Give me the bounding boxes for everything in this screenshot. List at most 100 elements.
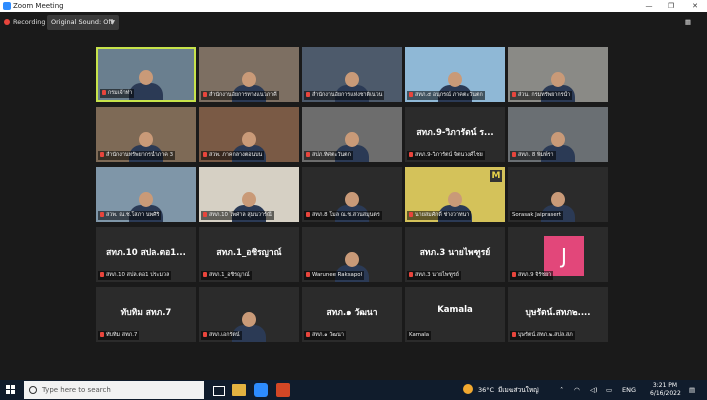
muted-mic-icon <box>100 332 104 337</box>
participant-name-label: สทภ.10 ไพศาล สุมนวาร์ณี <box>201 211 274 220</box>
participant-tile[interactable]: สำนักงานอัยการแห่งชาติเนวน <box>302 47 402 102</box>
participant-name-text: สปภ.ทิศตะวันตก <box>312 152 351 158</box>
weather-temp[interactable]: 36°C <box>478 380 494 400</box>
participant-name-label: Warunee Raksapol <box>304 271 365 280</box>
close-icon[interactable]: ✕ <box>684 0 706 12</box>
participant-tile[interactable]: สทภ. 8 พิมพ์รา <box>508 107 608 162</box>
participant-tile[interactable]: สทภ.๑ วัฒนา สทภ.๑ วัฒนา <box>302 287 402 342</box>
original-sound-toggle[interactable]: Original Sound: Off ▼ <box>47 15 119 30</box>
participant-tile[interactable]: สทภ.10 สปล.ตอ1... สทภ.10 สปล.ตอ1 ประมวล <box>96 227 196 282</box>
participant-tile[interactable]: สวพ. ภาคกลางตอนบน <box>199 107 299 162</box>
weather-description[interactable]: มีเมฆส่วนใหญ่ <box>498 380 539 400</box>
window-title: Zoom Meeting <box>13 2 64 10</box>
participant-display-name: สทภ.๑ วัฒนา <box>326 308 378 318</box>
participant-tile[interactable]: สทภ.เอกรัตน์ <box>199 287 299 342</box>
meeting-top-bar: Recording Original Sound: Off ▼ ▦ <box>0 12 707 33</box>
participant-display-name: ทับทิม สทภ.7 <box>120 308 172 318</box>
participant-name-text: สำนักงานทรัพยากรน้ำภาค 3 <box>106 152 173 158</box>
muted-mic-icon <box>203 152 207 157</box>
muted-mic-icon <box>409 152 413 157</box>
participant-tile[interactable]: สำนักงานอัยการทางแนวภาคี <box>199 47 299 102</box>
muted-mic-icon <box>203 332 207 337</box>
participant-name-text: สทภ.10 สปล.ตอ1 ประมวล <box>106 272 170 278</box>
participant-display-name: Kamala <box>437 305 473 315</box>
notifications-icon[interactable]: ▤ <box>689 380 695 400</box>
participant-name-label: สำนักงานอัยการแห่งชาติเนวน <box>304 91 385 100</box>
participant-tile[interactable]: กรมเจ้าท่า <box>96 47 196 102</box>
participant-name-text: บุษรัตน์.สทภ.๒.สปล.สภ <box>518 332 573 338</box>
participant-name-label: สทภ.9 จิรัชยา <box>510 271 554 280</box>
participant-name-label: สำนักงานอัยการทางแนวภาคี <box>201 91 279 100</box>
participant-tile[interactable]: J สทภ.9 จิรัชยา <box>508 227 608 282</box>
powerpoint-icon[interactable] <box>276 383 290 397</box>
participant-tile[interactable]: สทภ.3 นายไพฑูรย์ สทภ.3 นายไพฑูรย์ <box>405 227 505 282</box>
participant-tile[interactable]: ทับทิม สทภ.7 ทับทิม สทภ.7 <box>96 287 196 342</box>
muted-mic-icon <box>102 90 106 95</box>
participant-display-name: สทภ.10 สปล.ตอ1... <box>106 248 186 258</box>
participant-tile[interactable]: สปภ.ทิศตะวันตก <box>302 107 402 162</box>
participant-tile[interactable]: บุษรัตน์.สทภ๒.... บุษรัตน์.สทภ.๒.สปล.สภ <box>508 287 608 342</box>
participant-name-label: บุษรัตน์.สทภ.๒.สปล.สภ <box>510 331 575 340</box>
battery-icon[interactable]: ▭ <box>606 380 612 400</box>
view-grid-icon: ▦ <box>684 18 692 26</box>
muted-mic-icon <box>512 152 516 157</box>
muted-mic-icon <box>306 152 310 157</box>
participant-name-label: สวพ. ณ.ช.โสภา นพศิริ <box>98 211 162 220</box>
participant-tile[interactable]: สวพ. ณ.ช.โสภา นพศิริ <box>96 167 196 222</box>
search-icon <box>29 386 37 394</box>
maximize-icon[interactable]: ❐ <box>660 0 682 12</box>
muted-mic-icon <box>306 92 310 97</box>
chevron-down-icon: ▼ <box>110 19 115 26</box>
file-explorer-icon[interactable] <box>232 384 246 396</box>
participant-name-label: กรมเจ้าท่า <box>100 89 135 98</box>
clock[interactable]: 3:21 PM 6/16/2022 <box>650 382 681 398</box>
participant-tile[interactable]: Sorasak Jaiprasert <box>508 167 608 222</box>
participant-name-label: สทภ.1_อชิรญาณ์ <box>201 271 252 280</box>
sound-label: Original Sound: Off <box>51 18 113 26</box>
participant-name-label: สำนักงานทรัพยากรน้ำภาค 3 <box>98 151 175 160</box>
participant-tile[interactable]: Kamala Kamala <box>405 287 505 342</box>
language-indicator[interactable]: ENG <box>622 380 636 400</box>
title-bar: Zoom Meeting — ❐ ✕ <box>0 0 707 12</box>
participant-name-text: ส่วน. กรมทรัพยากรน้ำ <box>518 92 571 98</box>
participant-tile[interactable]: สทภ.๕ อนุกรณ์ ภาคตะวันตก <box>405 47 505 102</box>
participant-name-label: ทับทิม สทภ.7 <box>98 331 140 340</box>
recording-label: Recording <box>13 18 46 26</box>
participant-tile[interactable]: Warunee Raksapol <box>302 227 402 282</box>
zoom-logo-icon <box>3 2 11 10</box>
participant-display-name: สทภ.1_อชิรญาณ์ <box>216 248 282 258</box>
participant-tile[interactable]: สทภ.10 ไพศาล สุมนวาร์ณี <box>199 167 299 222</box>
windows-start-icon[interactable] <box>6 385 16 395</box>
participant-tile[interactable]: สำนักงานทรัพยากรน้ำภาค 3 <box>96 107 196 162</box>
participant-name-label: นายสมศักดิ์ ช่างวาทนา <box>407 211 472 220</box>
participant-name-label: สปภ.ทิศตะวันตก <box>304 151 353 160</box>
weather-icon <box>463 384 473 394</box>
participant-name-text: สทภ.เอกรัตน์ <box>209 332 240 338</box>
taskbar-search-box[interactable]: Type here to search <box>24 381 204 399</box>
participant-name-label: สทภ.๑ วัฒนา <box>304 331 346 340</box>
participant-name-text: สทภ.10 ไพศาล สุมนวาร์ณี <box>209 212 272 218</box>
participant-name-label: Sorasak Jaiprasert <box>510 211 563 220</box>
hidden-icons-chevron-icon[interactable]: ˄ <box>560 380 563 400</box>
participant-avatar: J <box>544 236 584 276</box>
participant-name-text: Kamala <box>409 332 430 338</box>
participant-name-label: สทภ.๕ อนุกรณ์ ภาคตะวันตก <box>407 91 485 100</box>
search-placeholder: Type here to search <box>42 386 111 394</box>
task-view-icon[interactable] <box>210 382 226 398</box>
participant-tile[interactable]: สทภ.1_อชิรญาณ์ สทภ.1_อชิรญาณ์ <box>199 227 299 282</box>
windows-taskbar: Type here to search 36°C มีเมฆส่วนใหญ่ ˄… <box>0 380 707 400</box>
view-button[interactable]: ▦ <box>675 16 701 28</box>
participant-tile[interactable]: ส่วน. กรมทรัพยากรน้ำ <box>508 47 608 102</box>
participant-tile[interactable]: M นายสมศักดิ์ ช่างวาทนา <box>405 167 505 222</box>
participant-tile[interactable]: สทภ.9-วิภารัตน์ ร... สทภ.9-วิภารัตน์ จิตน… <box>405 107 505 162</box>
network-icon[interactable]: ◠ <box>574 380 580 400</box>
zoom-taskbar-icon[interactable] <box>254 383 268 397</box>
participant-name-label: สทภ.เอกรัตน์ <box>201 331 242 340</box>
muted-mic-icon <box>203 92 207 97</box>
volume-icon[interactable]: ◁) <box>590 380 598 400</box>
muted-mic-icon <box>512 332 516 337</box>
muted-mic-icon <box>306 332 310 337</box>
participant-tile[interactable]: สทภ.8 โมล ณ.ช.สวนสมุนตร <box>302 167 402 222</box>
recording-indicator[interactable]: Recording <box>4 17 46 28</box>
minimize-icon[interactable]: — <box>638 0 660 12</box>
